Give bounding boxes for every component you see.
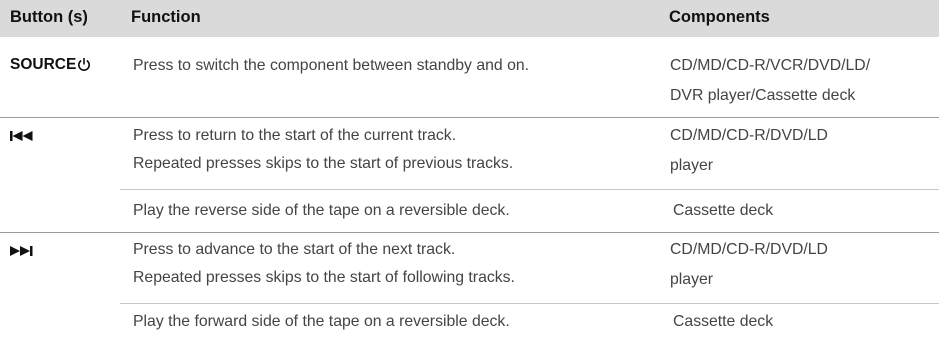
header-button-column: Button (s) bbox=[10, 8, 88, 26]
function-line: Play the forward side of the tape on a r… bbox=[133, 313, 510, 330]
components-line: Cassette deck bbox=[673, 313, 774, 330]
power-icon bbox=[77, 57, 91, 77]
skip-forward-icon bbox=[10, 246, 33, 256]
components-line: CD/MD/CD-R/VCR/DVD/LD/ bbox=[670, 57, 871, 74]
row-divider bbox=[0, 232, 939, 233]
row-divider bbox=[0, 117, 939, 118]
components-line: player bbox=[670, 157, 714, 174]
components-line: Cassette deck bbox=[673, 202, 774, 219]
source-button-label: SOURCE bbox=[10, 56, 91, 77]
sub-row-divider bbox=[120, 303, 939, 304]
function-line: Repeated presses skips to the start of f… bbox=[133, 269, 515, 286]
components-line: DVR player/Cassette deck bbox=[670, 87, 856, 104]
skip-back-icon bbox=[10, 131, 33, 141]
function-line: Press to advance to the start of the nex… bbox=[133, 241, 456, 258]
components-line: player bbox=[670, 271, 714, 288]
components-line: CD/MD/CD-R/DVD/LD bbox=[670, 241, 828, 258]
sub-row-divider bbox=[120, 189, 939, 190]
components-line: CD/MD/CD-R/DVD/LD bbox=[670, 127, 828, 144]
header-function-column: Function bbox=[131, 8, 201, 26]
table-header: Button (s) Function Components bbox=[0, 0, 939, 37]
function-line: Repeated presses skips to the start of p… bbox=[133, 155, 514, 172]
header-components-column: Components bbox=[669, 8, 770, 26]
function-line: Press to switch the component between st… bbox=[133, 57, 530, 74]
function-line: Press to return to the start of the curr… bbox=[133, 127, 457, 144]
function-line: Play the reverse side of the tape on a r… bbox=[133, 202, 510, 219]
